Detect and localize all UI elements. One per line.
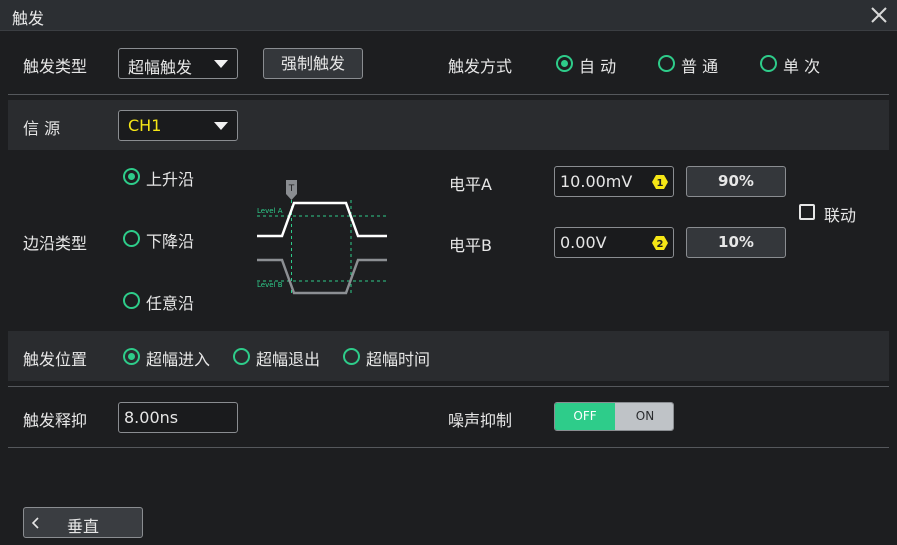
- divider: [8, 386, 889, 387]
- sweep-option-single-label: 单 次: [783, 57, 821, 76]
- level-b-badge-icon: 2: [652, 236, 668, 250]
- chevron-down-icon: [214, 60, 228, 68]
- level-a-value: 10.00mV: [560, 172, 633, 191]
- level-b-input[interactable]: 0.00V 2: [554, 227, 674, 258]
- trigger-type-value: 超幅触发: [128, 58, 193, 77]
- back-vertical-button[interactable]: 垂直: [23, 507, 143, 538]
- position-option-exit[interactable]: 超幅退出: [233, 346, 323, 369]
- trigger-marker-icon: T: [286, 180, 297, 200]
- noise-reject-label: 噪声抑制: [448, 411, 513, 430]
- trigger-position-label: 触发位置: [23, 350, 88, 369]
- radio-unselected-icon: [658, 55, 675, 72]
- holdoff-label: 触发释抑: [23, 411, 88, 430]
- source-label: 信 源: [23, 119, 61, 138]
- window-title: 触发: [12, 9, 45, 28]
- svg-text:1: 1: [657, 178, 664, 189]
- position-option-enter[interactable]: 超幅进入: [123, 346, 213, 369]
- toggle-on-segment: ON: [615, 403, 673, 430]
- chevron-down-icon: [214, 122, 228, 130]
- level-a-input[interactable]: 10.00mV 1: [554, 166, 674, 197]
- edge-type-label: 边沿类型: [23, 234, 88, 253]
- back-button-label: 垂直: [66, 517, 99, 536]
- level-a-tag: Level A: [257, 207, 283, 215]
- noise-reject-toggle[interactable]: OFF ON: [554, 402, 674, 431]
- source-dropdown[interactable]: CH1: [118, 110, 238, 141]
- edge-option-any[interactable]: 任意沿: [123, 290, 203, 313]
- level-b-percent-button[interactable]: 10%: [686, 227, 786, 258]
- sweep-option-normal-label: 普 通: [681, 57, 719, 76]
- source-value: CH1: [128, 116, 162, 135]
- level-b-value: 0.00V: [560, 233, 607, 252]
- position-option-time-label: 超幅时间: [366, 350, 431, 369]
- radio-unselected-icon: [123, 292, 140, 309]
- svg-text:2: 2: [657, 239, 664, 250]
- sweep-option-auto[interactable]: 自 动: [556, 53, 626, 76]
- radio-unselected-icon: [123, 230, 140, 247]
- radio-selected-icon: [123, 348, 140, 365]
- sweep-option-normal[interactable]: 普 通: [658, 53, 728, 76]
- toggle-off-segment: OFF: [555, 403, 615, 430]
- radio-selected-icon: [123, 168, 140, 185]
- trigger-type-label: 触发类型: [23, 57, 88, 76]
- level-a-percent-button[interactable]: 90%: [686, 166, 786, 197]
- radio-unselected-icon: [760, 55, 777, 72]
- linked-checkbox[interactable]: 联动: [799, 202, 861, 225]
- sweep-label: 触发方式: [448, 57, 513, 76]
- position-option-time[interactable]: 超幅时间: [343, 346, 433, 369]
- radio-selected-icon: [556, 55, 573, 72]
- edge-option-rising-label: 上升沿: [146, 170, 195, 189]
- radio-unselected-icon: [343, 348, 360, 365]
- holdoff-input[interactable]: 8.00ns: [118, 402, 238, 433]
- edge-option-falling[interactable]: 下降沿: [123, 228, 203, 251]
- divider: [8, 94, 889, 95]
- checkbox-icon: [799, 204, 815, 220]
- edge-option-rising[interactable]: 上升沿: [123, 166, 203, 189]
- linked-label: 联动: [824, 206, 857, 225]
- close-icon[interactable]: [867, 3, 891, 27]
- position-option-exit-label: 超幅退出: [256, 350, 321, 369]
- sweep-option-auto-label: 自 动: [579, 57, 617, 76]
- sweep-option-single[interactable]: 单 次: [760, 53, 830, 76]
- trigger-type-dropdown[interactable]: 超幅触发: [118, 48, 238, 79]
- level-b-label: 电平B: [449, 236, 492, 255]
- edge-option-falling-label: 下降沿: [146, 232, 195, 251]
- force-trigger-button[interactable]: 强制触发: [263, 48, 363, 79]
- radio-unselected-icon: [233, 348, 250, 365]
- holdoff-value: 8.00ns: [124, 408, 179, 427]
- trigger-marker-label: T: [288, 184, 295, 194]
- position-option-enter-label: 超幅进入: [146, 350, 211, 369]
- title-bar: 触发: [0, 0, 897, 31]
- level-b-tag: Level B: [257, 281, 283, 289]
- runt-trigger-diagram: T Level A Level B: [257, 180, 387, 296]
- level-a-badge-icon: 1: [652, 175, 668, 189]
- edge-option-any-label: 任意沿: [146, 294, 195, 313]
- divider: [8, 447, 889, 448]
- level-a-label: 电平A: [449, 175, 492, 194]
